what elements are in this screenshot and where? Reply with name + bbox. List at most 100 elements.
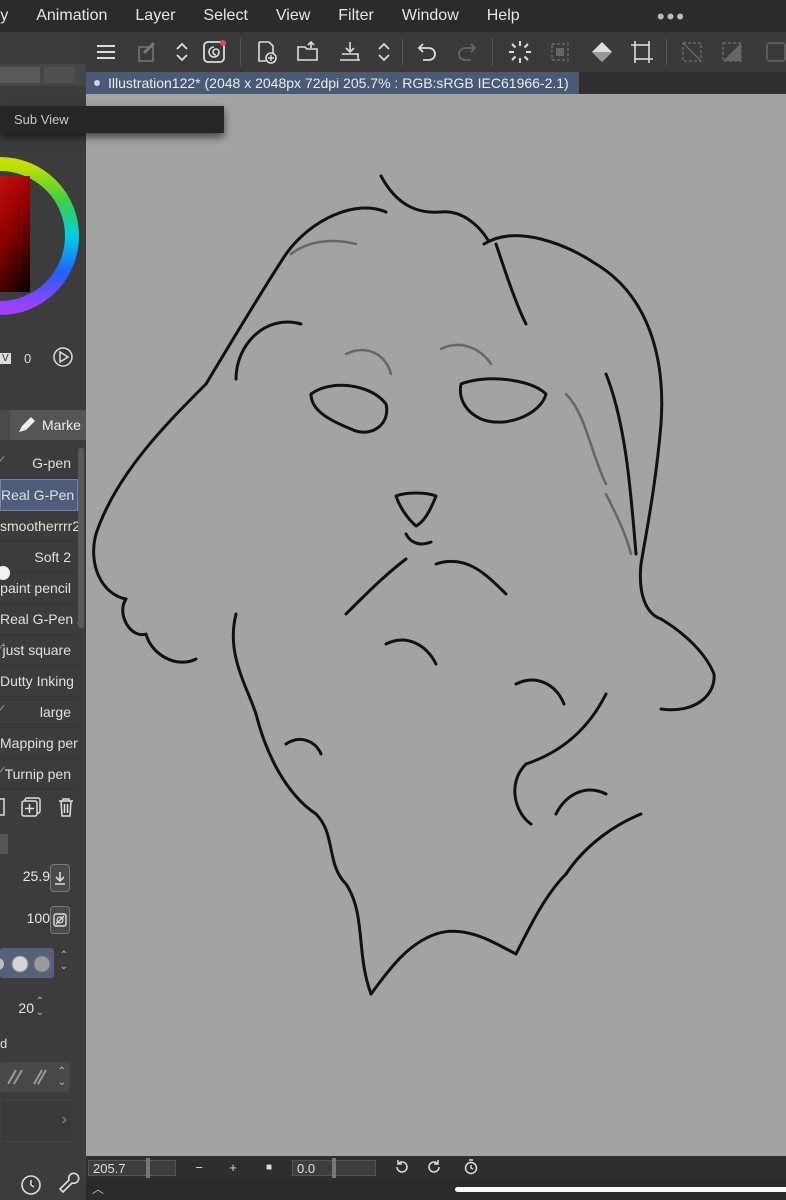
- zoom-slider-knob[interactable]: [146, 1158, 150, 1178]
- hide-selection-icon[interactable]: [676, 36, 708, 68]
- brush-size-slider-knob[interactable]: [0, 566, 14, 580]
- command-bar: [86, 32, 786, 73]
- loading-icon[interactable]: [504, 36, 536, 68]
- brush-item-large[interactable]: large: [0, 697, 78, 728]
- fit-screen-button[interactable]: ■: [260, 1159, 278, 1177]
- sub-view-tooltip: Sub View: [0, 106, 224, 133]
- brush-item-label: Mapping pen: [0, 735, 78, 751]
- panel-tab-2[interactable]: [44, 67, 74, 83]
- brush-size-row: 25.9 ⌃⌄: [0, 860, 86, 894]
- up-down-icon[interactable]: [368, 36, 400, 68]
- texture-selector[interactable]: ›: [0, 1100, 74, 1142]
- brush-category-tabs: Marke: [0, 410, 86, 440]
- open-folder-icon[interactable]: [292, 36, 324, 68]
- download-icon: [55, 872, 65, 885]
- brush-stroke-icon: [0, 456, 11, 468]
- sub-view-tooltip-text: Sub View: [14, 112, 69, 127]
- brush-item-label: G-pen: [32, 455, 71, 471]
- clear-selection-icon[interactable]: [544, 36, 576, 68]
- panel-tab-1[interactable]: [0, 67, 40, 83]
- value-channel-value[interactable]: 0: [24, 351, 31, 366]
- brush-stroke-icon: [0, 705, 11, 717]
- reset-rotation-icon[interactable]: [462, 1159, 480, 1177]
- brush-item-mapping-pen[interactable]: Mapping pen: [0, 728, 78, 759]
- menu-select[interactable]: Select: [189, 7, 261, 25]
- menu-filter[interactable]: Filter: [324, 7, 388, 25]
- duplicate-brush-icon[interactable]: [0, 796, 8, 818]
- anti-alias-dots: [0, 955, 51, 973]
- brush-item-g-pen[interactable]: G-pen: [0, 448, 78, 479]
- document-tab-bar: Illustration122* (2048 x 2048px 72dpi 20…: [86, 72, 786, 94]
- tab-marker[interactable]: Marke: [10, 410, 86, 440]
- menu-animation[interactable]: Animation: [22, 7, 121, 25]
- up-down-icon[interactable]: [166, 36, 198, 68]
- brush-item-real-g-pen-2[interactable]: Real G-Pen 2: [0, 604, 78, 635]
- no-entry-icon: [53, 913, 67, 927]
- drawing-canvas[interactable]: [86, 94, 786, 1156]
- rotation-slider-knob[interactable]: [332, 1158, 336, 1178]
- undo-icon[interactable]: [410, 36, 442, 68]
- zoom-in-button[interactable]: +: [224, 1159, 242, 1177]
- record-indicator: [220, 40, 226, 46]
- brush-item-label: Real G-Pen 2: [0, 611, 78, 627]
- menu-view[interactable]: View: [262, 7, 324, 25]
- fill-icon[interactable]: [586, 36, 618, 68]
- hamburger-icon[interactable]: [90, 36, 122, 68]
- zoom-out-button[interactable]: −: [190, 1159, 208, 1177]
- brush-item-dutty-inking[interactable]: Dutty Inking: [0, 666, 78, 697]
- brush-tip-selector[interactable]: ⌃ ⌄: [0, 1062, 70, 1092]
- brush-item-label: large: [39, 704, 71, 720]
- stabilization-row: 20 ⌃ ⌄: [0, 992, 86, 1026]
- brush-list-actions: [0, 790, 86, 824]
- brush-list: G-pen Real G-Pen smootherrrr2 Soft 2 pai…: [0, 448, 78, 790]
- document-tab[interactable]: Illustration122* (2048 x 2048px 72dpi 20…: [86, 72, 579, 94]
- value-channel-label: V: [0, 353, 11, 364]
- anti-alias-stepper-icon[interactable]: ⌃ ⌄: [60, 950, 68, 972]
- toolbar-divider: [666, 38, 667, 66]
- menu-help[interactable]: Help: [473, 7, 534, 25]
- opacity-option-button[interactable]: [50, 906, 70, 934]
- chevron-up-icon[interactable]: ︿: [92, 1180, 104, 1197]
- zoom-field[interactable]: 205.7: [88, 1160, 176, 1176]
- rotation-value: 0.0: [297, 1161, 316, 1176]
- wrench-icon[interactable]: [54, 1170, 84, 1200]
- menu-window[interactable]: Window: [388, 7, 473, 25]
- extra-icon[interactable]: [758, 36, 786, 68]
- redo-icon[interactable]: [452, 36, 484, 68]
- add-brush-icon[interactable]: [20, 796, 42, 818]
- record-icon[interactable]: [198, 36, 230, 68]
- tone-icon[interactable]: [716, 36, 748, 68]
- brush-item-label: Turnip pen: [4, 766, 71, 782]
- color-wheel[interactable]: [0, 124, 82, 344]
- play-icon[interactable]: [52, 346, 74, 371]
- more-options-icon[interactable]: •••: [657, 4, 686, 30]
- transform-icon[interactable]: [626, 36, 658, 68]
- brush-item-real-g-pen[interactable]: Real G-Pen: [0, 479, 78, 511]
- tab-marker-label: Marke: [42, 417, 81, 433]
- new-page-icon[interactable]: [250, 36, 282, 68]
- menu-layer[interactable]: Layer: [121, 7, 189, 25]
- brush-list-scrollbar[interactable]: [78, 448, 84, 628]
- brush-item-turnip-pen[interactable]: Turnip pen: [0, 759, 78, 790]
- brush-size-value[interactable]: 25.9: [23, 868, 50, 884]
- stabilization-stepper-icon[interactable]: ⌃ ⌄: [36, 996, 44, 1018]
- rotate-right-icon[interactable]: [426, 1159, 444, 1177]
- tool-property-tab[interactable]: [0, 834, 8, 854]
- hsv-readout: V 0: [0, 347, 86, 372]
- opacity-value[interactable]: 100: [27, 910, 50, 926]
- brush-item-just-square[interactable]: just square: [0, 635, 78, 666]
- rotate-left-icon[interactable]: [392, 1159, 410, 1177]
- brush-tip-stepper-icon[interactable]: ⌃ ⌄: [58, 1066, 66, 1088]
- menu-story[interactable]: ory: [0, 7, 22, 25]
- brush-item-label: Real G-Pen: [1, 487, 75, 503]
- delete-brush-icon[interactable]: [55, 796, 77, 818]
- brush-item-label: paint pencil: [0, 580, 71, 596]
- brush-size-pressure-button[interactable]: [50, 864, 70, 892]
- zoom-value: 205.7: [93, 1161, 126, 1176]
- chevron-right-icon: ›: [61, 1111, 67, 1128]
- timer-icon[interactable]: [16, 1170, 46, 1200]
- stabilization-value[interactable]: 20: [18, 1000, 34, 1016]
- export-icon[interactable]: [334, 36, 366, 68]
- layer-property-icon[interactable]: [132, 36, 164, 68]
- brush-item-smootherrrr2[interactable]: smootherrrr2: [0, 511, 78, 542]
